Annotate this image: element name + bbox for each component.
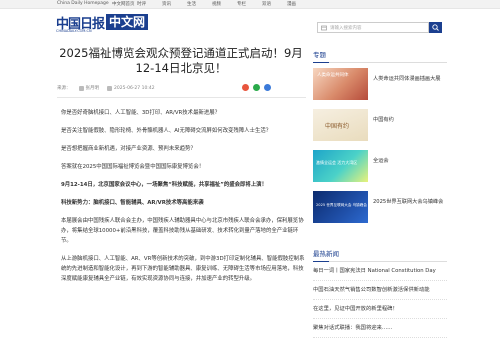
special-topics-heading: 专题 [313, 49, 447, 63]
nav-item-bilingual[interactable]: 双语 [262, 1, 287, 7]
topic-item[interactable]: 激情全运会 活力大湾区 全运会 [313, 150, 447, 186]
article-author: 张月明 [85, 86, 100, 91]
article-paragraph: 答案就在2025中国国际福祉博览会暨中国国际康复博览会！ [61, 164, 205, 170]
hot-news-heading: 最热新闻 [313, 248, 447, 262]
topic-label[interactable]: 2025世界互联网大会乌镇峰会 [373, 199, 447, 206]
nav-item-news[interactable]: 资讯 [162, 1, 187, 7]
hot-news: 最热新闻 每日一词丨国家宪法日 National Constitution Da… [313, 248, 447, 338]
topic-thumbnail-text: 中国有约 [325, 123, 350, 130]
author-icon [78, 85, 84, 91]
hot-news-item[interactable]: 聚焦对话式联播：我国将迎来…… [313, 319, 447, 338]
topic-item[interactable]: 人类命运共同体 人类命运共同体漫画插画大展 [313, 68, 447, 104]
article-paragraph: 9月12-14日，北京国家会议中心，一场聚焦“科技赋能，共享福祉”的盛会即将上演… [61, 182, 267, 188]
article-body: 你是否好奇脑机接口、人工智能、3D打印、AR/VR技术最新进展？ 是否关注智能假… [61, 108, 305, 292]
site-logo[interactable]: 中国日报 中文网 CHINADAILY.COM.CN [56, 14, 149, 33]
article-date: 2025-06-27 10:42 [114, 85, 155, 91]
search-input[interactable]: 请输入搜索内容 [317, 22, 429, 33]
topic-thumbnail-text: 人类命运共同体 [317, 73, 349, 78]
share-wechat-icon[interactable] [253, 84, 260, 91]
share-qq-icon[interactable] [264, 84, 271, 91]
topic-thumbnail[interactable]: 2025 世界互联网大会 乌镇峰会 [313, 191, 368, 223]
topic-label[interactable]: 全运会 [373, 158, 447, 165]
article-subheading: 科技新势力：脑机接口、智能辅具、AR/VR技术等高能来袭 [61, 200, 204, 206]
topic-item[interactable]: 2025 世界互联网大会 乌镇峰会 2025世界互联网大会乌镇峰会 [313, 191, 447, 227]
topic-label[interactable]: 中国有约 [373, 117, 447, 124]
nav-item-comics[interactable]: 漫画 [287, 1, 312, 7]
article-title: 2025福祉博览会观众预登记通道正式启动！9月12-14日北京见！ [59, 46, 303, 75]
topic-thumbnail-text: 2025 世界互联网大会 乌镇峰会 [316, 203, 367, 207]
topic-thumbnail[interactable]: 中国有约 [313, 109, 368, 141]
hot-news-item[interactable]: 在这里，见证中国开放的新里程碑！ [313, 300, 447, 319]
topic-thumbnail[interactable]: 人类命运共同体 [313, 68, 368, 100]
article-paragraph: 是否关注智能假肢、隐形轮椅、外骨骼机器人、AI无障碍交流屏如何改变残障人士生活？ [61, 128, 272, 134]
share-buttons [238, 84, 271, 91]
nav-item-life[interactable]: 生活 [187, 1, 212, 7]
top-navigation-bar: China Daily Homepage 中文网首页 时评 资讯 生活 视频 专… [0, 0, 500, 9]
share-weibo-icon[interactable] [242, 84, 249, 91]
logo-box-text: 中文网 [106, 14, 149, 30]
nav-item-home[interactable]: 中文网首页 [112, 1, 137, 7]
article-paragraph: 你是否好奇脑机接口、人工智能、3D打印、AR/VR技术最新进展？ [61, 110, 221, 116]
search-icon [432, 24, 439, 31]
topic-thumbnail-text: 激情全运会 活力大湾区 [316, 160, 358, 165]
article-meta: 来源： 张月明 2025-06-27 10:42 [57, 85, 155, 91]
search-field-icon [321, 25, 327, 31]
meta-divider [57, 97, 306, 98]
channel-nav: 中文网首页 时评 资讯 生活 视频 专栏 双语 漫画 [112, 1, 312, 7]
article-paragraph: 是否想把握商业新机遇，对接产业资源、预判未来趋势？ [61, 146, 196, 152]
search-placeholder: 请输入搜索内容 [330, 26, 362, 31]
source-label: 来源： [57, 86, 71, 91]
logo-english-text: CHINADAILY.COM.CN [56, 29, 92, 33]
topic-item[interactable]: 中国有约 中国有约 [313, 109, 447, 145]
sidebar: 专题 人类命运共同体 人类命运共同体漫画插画大展 中国有约 中国有约 激情全运会… [313, 49, 447, 227]
nav-item-video[interactable]: 视频 [212, 1, 237, 7]
topic-thumbnail[interactable]: 激情全运会 活力大湾区 [313, 150, 368, 182]
clock-icon [107, 85, 112, 91]
hot-news-item[interactable]: 每日一词丨国家宪法日 National Constitution Day [313, 262, 447, 281]
topic-label[interactable]: 人类命运共同体漫画插画大展 [373, 76, 447, 83]
homepage-link[interactable]: China Daily Homepage [57, 1, 109, 6]
search-button[interactable] [429, 22, 442, 33]
nav-item-column[interactable]: 专栏 [237, 1, 262, 7]
article-paragraph: 本届展会由中国残疾人联合会主办，中国残疾人辅助器具中心与北京市残疾人联合会承办，… [61, 218, 304, 244]
article-paragraph: 从上游脑机接口、人工智能、AR、VR等创新技术的突破，到中游3D打印定制化辅具、… [61, 256, 305, 282]
nav-item-commentary[interactable]: 时评 [137, 1, 162, 7]
hot-news-item[interactable]: 中国石油天然气销售公司数智创新激活保供新动能 [313, 281, 447, 300]
